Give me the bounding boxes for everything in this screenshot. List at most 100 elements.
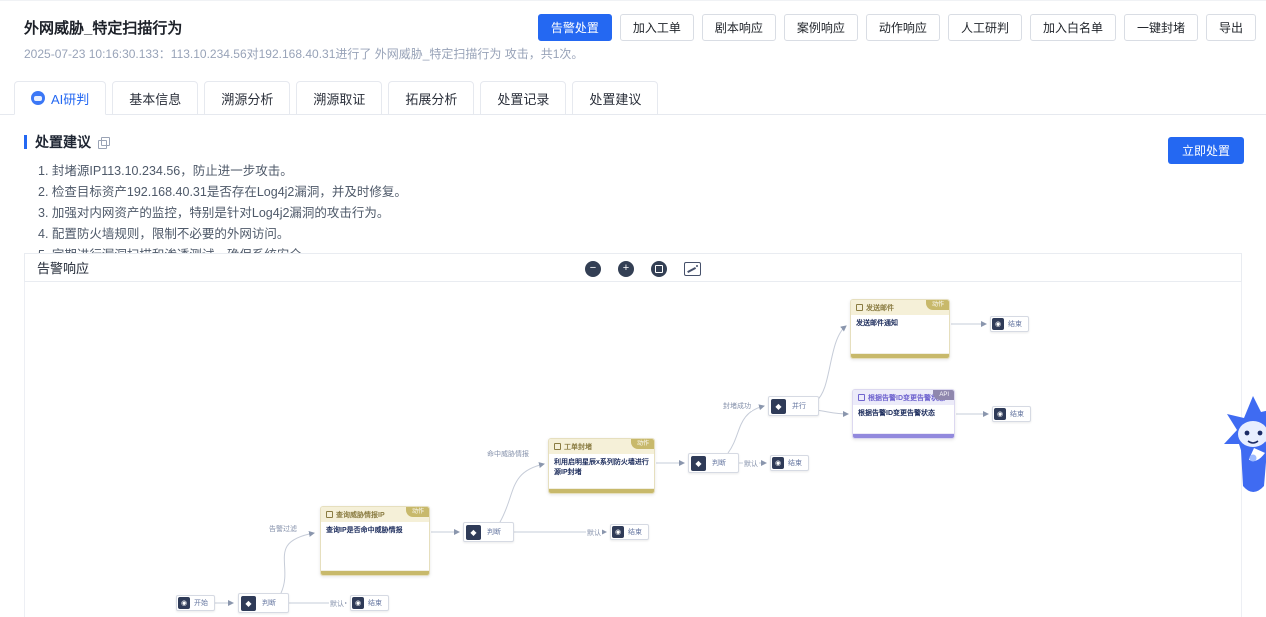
- action-node-icon: [856, 304, 863, 311]
- tab-label: AI研判: [51, 89, 89, 108]
- tab-label: 处置记录: [497, 89, 549, 108]
- tab-label: 溯源取证: [313, 89, 365, 108]
- node-label: 开始: [190, 598, 213, 608]
- tab-AI研判[interactable]: AI研判: [14, 81, 106, 115]
- flow-node-judge-3[interactable]: ◆判断: [688, 453, 739, 473]
- flow-node-update-alert-status[interactable]: 根据告警ID变更告警状态API根据告警ID变更告警状态: [852, 389, 955, 439]
- flow-toolbar: −+: [585, 254, 701, 283]
- circle-icon: ◉: [178, 597, 190, 609]
- flow-node-send-mail[interactable]: 发送邮件动作发送邮件通知: [850, 299, 950, 359]
- node-footer-strip: [549, 489, 654, 493]
- node-title: 工单封堵: [564, 442, 618, 452]
- alert-response-panel-header: 告警响应 −+: [24, 253, 1242, 282]
- edge-label: 默认: [586, 528, 602, 538]
- node-description: 根据告警ID变更告警状态: [853, 405, 954, 434]
- copy-icon[interactable]: [98, 137, 109, 148]
- edge-label: 封堵成功: [722, 401, 752, 411]
- tab-拓展分析[interactable]: 拓展分析: [388, 81, 474, 115]
- node-label: 判断: [256, 598, 286, 608]
- alert-detail-page: 外网威胁_特定扫描行为 2025-07-23 10:16:30.133：113.…: [0, 0, 1266, 617]
- action-button-案例响应[interactable]: 案例响应: [784, 14, 858, 41]
- tab-label: 溯源分析: [221, 89, 273, 108]
- node-description: 查询IP是否命中威胁情报: [321, 522, 429, 571]
- tab-处置建议[interactable]: 处置建议: [572, 81, 658, 115]
- flow-node-end-5[interactable]: ◉结束: [992, 406, 1031, 422]
- circle-icon: ◉: [772, 457, 784, 469]
- zoom-in-icon[interactable]: +: [618, 261, 634, 277]
- circle-icon: ◉: [352, 597, 364, 609]
- node-label: 结束: [784, 458, 807, 468]
- tab-label: 拓展分析: [405, 89, 457, 108]
- action-button-加入白名单[interactable]: 加入白名单: [1030, 14, 1116, 41]
- flow-node-end-3[interactable]: ◉结束: [770, 455, 809, 471]
- header-actions: 告警处置加入工单剧本响应案例响应动作响应人工研判加入白名单一键封堵导出: [538, 14, 1256, 41]
- suggestion-item: 3. 加强对内网资产的监控，特别是针对Log4j2漏洞的攻击行为。: [38, 203, 407, 224]
- suggestion-section-header: 处置建议: [24, 132, 109, 152]
- flow-node-judge-1[interactable]: ◆判断: [238, 593, 289, 613]
- flow-node-ticket-block[interactable]: 工单封堵 动作利用启明星辰x系列防火墙进行源IP封堵: [548, 438, 655, 494]
- node-label: 结束: [1006, 409, 1029, 419]
- node-description: 利用启明星辰x系列防火墙进行源IP封堵: [549, 454, 654, 489]
- circle-icon: ◉: [612, 526, 624, 538]
- tab-label: 基本信息: [129, 89, 181, 108]
- suggestion-list: 1. 封堵源IP113.10.234.56，防止进一步攻击。2. 检查目标资产1…: [38, 161, 407, 266]
- node-label: 结束: [624, 527, 647, 537]
- suggestion-item: 4. 配置防火墙规则，限制不必要的外网访问。: [38, 224, 407, 245]
- ai-robot-icon: [31, 91, 45, 105]
- node-label: 判断: [481, 527, 511, 537]
- tab-溯源取证[interactable]: 溯源取证: [296, 81, 382, 115]
- api-node-icon: [858, 394, 865, 401]
- section-accent-bar: [24, 135, 27, 149]
- flow-node-parallel[interactable]: ◆并行: [768, 396, 819, 416]
- immediate-handle-button[interactable]: 立即处置: [1168, 137, 1244, 164]
- assistant-mascot[interactable]: [1222, 392, 1266, 504]
- tab-溯源分析[interactable]: 溯源分析: [204, 81, 290, 115]
- node-title: 发送邮件: [866, 303, 920, 313]
- diamond-icon: ◆: [691, 456, 706, 471]
- flow-node-start[interactable]: ◉开始: [176, 595, 215, 611]
- tab-label: 处置建议: [589, 89, 641, 108]
- edge-label: 告警过滤: [268, 524, 298, 534]
- flow-node-end-2[interactable]: ◉结束: [610, 524, 649, 540]
- node-label: 结束: [1004, 319, 1027, 329]
- node-footer-strip: [853, 434, 954, 438]
- flow-node-end-4[interactable]: ◉结束: [990, 316, 1029, 332]
- node-type-badge: 动作: [406, 507, 429, 517]
- flow-node-query-threat-intel-ip[interactable]: 查询威胁情报IP动作查询IP是否命中威胁情报: [320, 506, 430, 576]
- node-footer-strip: [321, 571, 429, 575]
- action-button-告警处置[interactable]: 告警处置: [538, 14, 612, 41]
- action-button-导出[interactable]: 导出: [1206, 14, 1256, 41]
- alert-response-title: 告警响应: [37, 258, 89, 277]
- tab-bar: AI研判 基本信息 溯源分析 溯源取证 拓展分析 处置记录 处置建议: [0, 81, 1266, 115]
- fit-view-icon[interactable]: [651, 261, 667, 277]
- action-button-动作响应[interactable]: 动作响应: [866, 14, 940, 41]
- diamond-icon: ◆: [771, 399, 786, 414]
- suggestion-item: 1. 封堵源IP113.10.234.56，防止进一步攻击。: [38, 161, 407, 182]
- action-node-icon: [554, 443, 561, 450]
- action-button-加入工单[interactable]: 加入工单: [620, 14, 694, 41]
- circle-icon: ◉: [994, 408, 1006, 420]
- node-type-badge: API: [933, 390, 954, 400]
- action-node-icon: [326, 511, 333, 518]
- tab-处置记录[interactable]: 处置记录: [480, 81, 566, 115]
- diamond-icon: ◆: [241, 596, 256, 611]
- node-label: 判断: [706, 458, 736, 468]
- minimap-icon[interactable]: [684, 262, 701, 276]
- flow-node-judge-2[interactable]: ◆判断: [463, 522, 514, 542]
- flow-node-end-1[interactable]: ◉结束: [350, 595, 389, 611]
- node-description: 发送邮件通知: [851, 315, 949, 354]
- edge-label: 默认: [329, 599, 345, 609]
- page-title: 外网威胁_特定扫描行为: [24, 17, 182, 38]
- diamond-icon: ◆: [466, 525, 481, 540]
- node-type-badge: 动作: [631, 439, 654, 449]
- node-footer-strip: [851, 354, 949, 358]
- flow-canvas[interactable]: 查询威胁情报IP动作查询IP是否命中威胁情报工单封堵动作利用启明星辰x系列防火墙…: [0, 282, 1266, 617]
- edge-label: 默认: [743, 459, 759, 469]
- zoom-out-icon[interactable]: −: [585, 261, 601, 277]
- action-button-一键封堵[interactable]: 一键封堵: [1124, 14, 1198, 41]
- action-button-人工研判[interactable]: 人工研判: [948, 14, 1022, 41]
- node-title: 查询威胁情报IP: [336, 510, 411, 520]
- action-button-剧本响应[interactable]: 剧本响应: [702, 14, 776, 41]
- tab-基本信息[interactable]: 基本信息: [112, 81, 198, 115]
- node-label: 结束: [364, 598, 387, 608]
